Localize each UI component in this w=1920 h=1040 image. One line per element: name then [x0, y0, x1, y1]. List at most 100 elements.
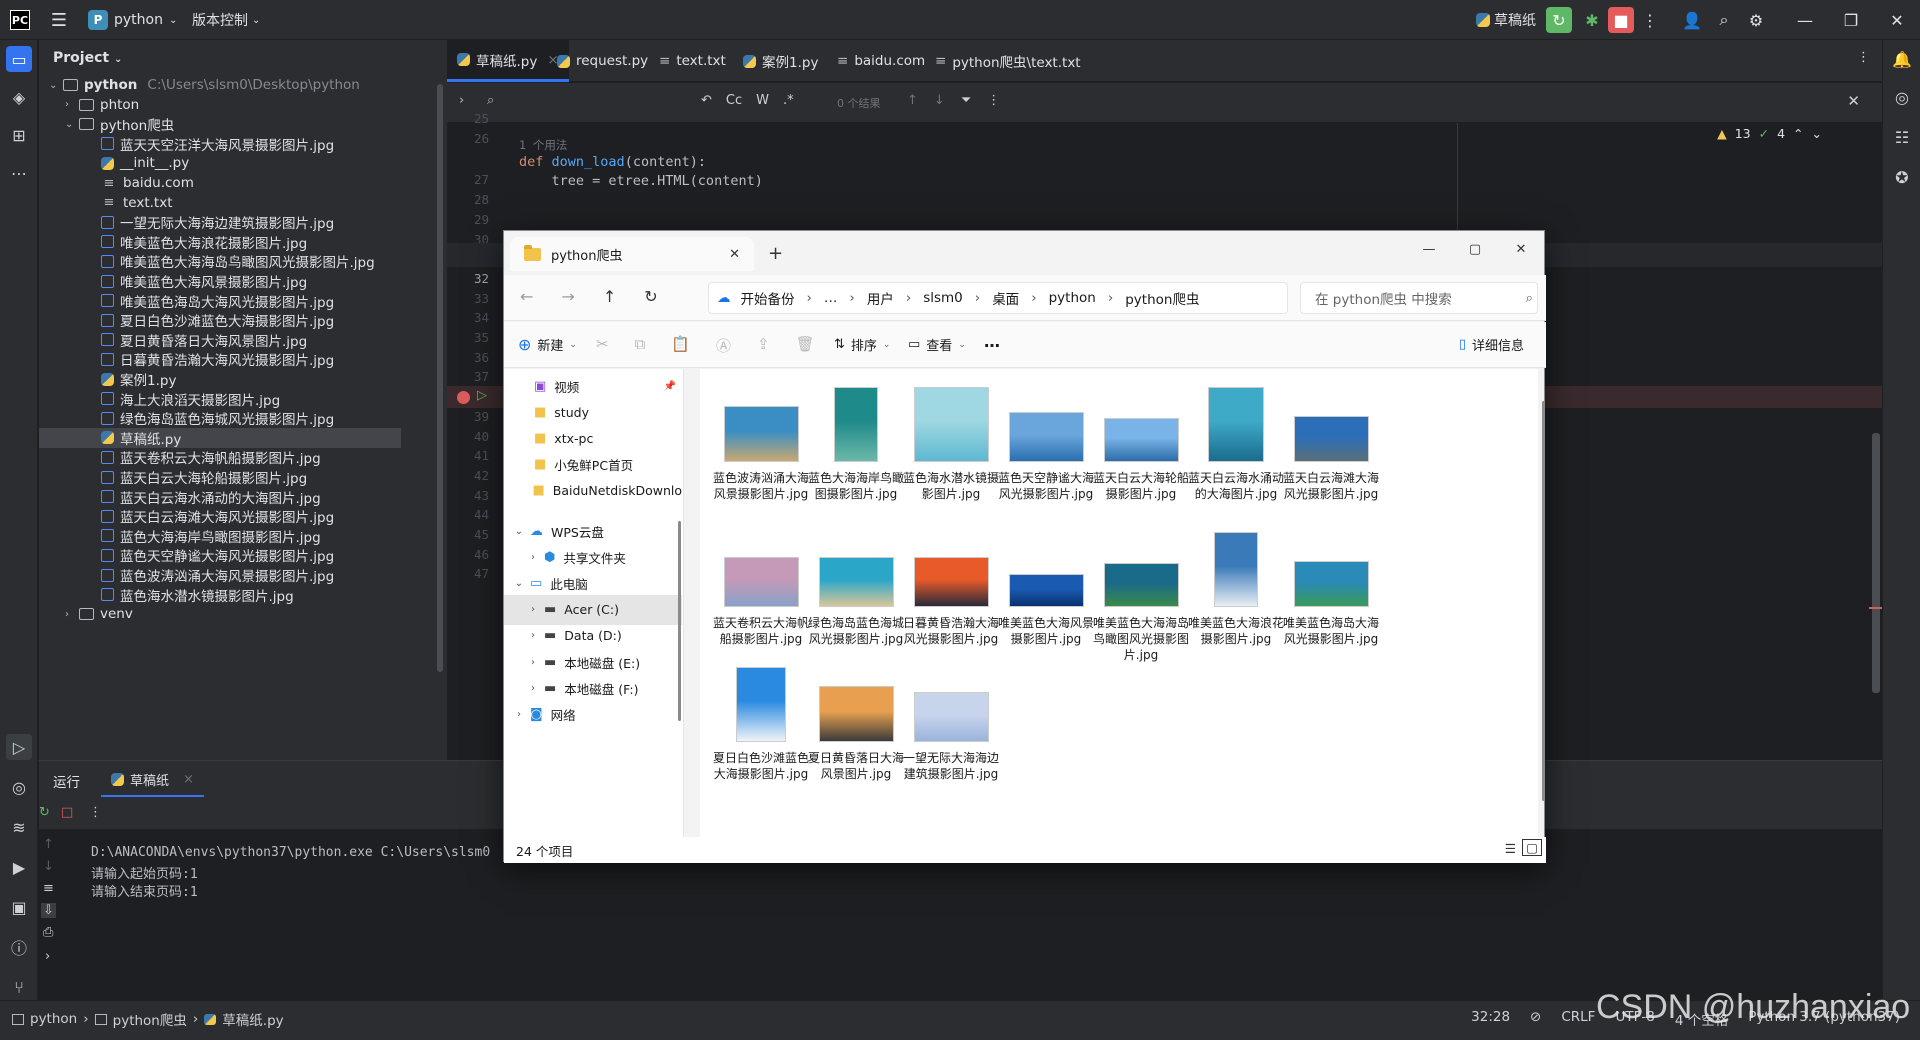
tree-item[interactable]: 日暮黄昏浩瀚大海风光摄影图片.jpg [39, 349, 401, 369]
database-icon[interactable]: ☷ [1889, 124, 1915, 150]
minimize-icon[interactable]: — [1406, 231, 1452, 267]
match-case-toggle[interactable]: Cc [726, 93, 742, 108]
nav-scrollbar[interactable] [678, 521, 681, 721]
file-thumbnail[interactable]: 夏日黄昏落日大海风景图片.jpg [801, 686, 911, 782]
expand-icon[interactable]: › [45, 949, 50, 964]
minimize-icon[interactable]: — [1782, 6, 1828, 34]
scroll-to-end-icon[interactable]: ⇩ [41, 903, 56, 918]
next-occurrence-icon[interactable]: ↓ [934, 93, 945, 108]
chevron-right-icon[interactable]: › [508, 709, 530, 720]
breadcrumb-item[interactable]: 草稿纸.py [222, 1009, 283, 1029]
print-icon[interactable]: ⎙ [43, 925, 53, 940]
tree-item[interactable]: 蓝天白云海滩大海风光摄影图片.jpg [39, 506, 401, 526]
tree-item[interactable]: 蓝天天空汪洋大海风景摄影图片.jpg [39, 134, 401, 154]
run-config-selector[interactable]: 草稿纸 [1476, 10, 1536, 30]
main-menu-icon[interactable]: ☰ [48, 9, 70, 31]
maximize-icon[interactable]: ▢ [1452, 231, 1498, 267]
chevron-right-icon[interactable]: › [522, 604, 544, 615]
file-thumbnail[interactable]: 唯美蓝色海岛大海风光摄影图片.jpg [1276, 561, 1386, 647]
structure-icon[interactable]: ⊞ [6, 122, 32, 148]
chevron-up-icon[interactable]: ⌃ [1793, 126, 1803, 141]
stop-icon[interactable]: □ [61, 805, 73, 820]
git-icon[interactable]: ⑂ [6, 974, 32, 1000]
tab-options-icon[interactable]: ⋮ [1857, 50, 1870, 65]
tree-item[interactable]: 唯美蓝色大海浪花摄影图片.jpg [39, 232, 401, 252]
breadcrumb-item[interactable]: python爬虫 [1115, 288, 1209, 308]
content-scrollbar[interactable] [1542, 401, 1545, 801]
editor-tab[interactable]: ≡ python爬虫\text.txt [925, 40, 1091, 82]
chevron-right-icon[interactable]: › [65, 609, 79, 620]
tree-item[interactable]: 蓝天白云大海轮船摄影图片.jpg [39, 467, 401, 487]
tree-item[interactable]: ⌄ python爬虫 [39, 114, 401, 134]
python-console-icon[interactable]: ◎ [6, 774, 32, 800]
expand-replace-icon[interactable]: › [459, 93, 464, 108]
tree-item[interactable]: ⌄ python C:\Users\slsm0\Desktop\python [39, 75, 401, 95]
add-user-icon[interactable]: 👤 [1676, 6, 1708, 34]
share-icon[interactable]: ⇪ [757, 335, 770, 356]
caret-position[interactable]: 32:28 [1471, 1009, 1510, 1029]
thumbnail-view-icon[interactable]: ▢ [1522, 839, 1542, 856]
tree-item[interactable]: 草稿纸.py [39, 427, 401, 448]
file-thumbnail[interactable]: 唯美蓝色大海海岛鸟瞰图风光摄影图片.jpg [1086, 563, 1196, 663]
file-thumbnail[interactable]: 蓝色天空静谧大海风光摄影图片.jpg [991, 412, 1101, 502]
whole-words-toggle[interactable]: W [756, 93, 769, 108]
address-breadcrumb[interactable]: ☁ 开始备份 ›… › 用户 › slsm0 › 桌面 › python › python爬虫 [708, 282, 1288, 314]
editor-tab[interactable]: ≡ text.txt [649, 40, 736, 82]
close-icon[interactable]: ✕ [1874, 6, 1920, 34]
regex-toggle[interactable]: .* [783, 93, 794, 108]
breadcrumb-item[interactable]: 桌面 [982, 288, 1029, 308]
settings-gear-icon[interactable]: ⚙ [1740, 6, 1772, 34]
editor-tab[interactable]: ≡ baidu.com [827, 40, 935, 82]
more-icon[interactable]: ⋮ [89, 805, 102, 820]
tree-item[interactable]: 唯美蓝色大海海岛鸟瞰图风光摄影图片.jpg [39, 251, 401, 271]
file-thumbnail[interactable]: 唯美蓝色大海浪花摄影图片.jpg [1181, 532, 1291, 647]
vcs-menu[interactable]: 版本控制 ⌄ [192, 8, 260, 32]
editor-tab[interactable]: 案例1.py [733, 40, 828, 82]
problems-icon[interactable]: ⓘ [6, 934, 32, 960]
plugin-icon[interactable]: ✪ [1889, 164, 1915, 190]
error-stripe-mark[interactable] [1869, 607, 1882, 609]
search-icon[interactable]: ⌕ [1708, 6, 1740, 34]
notifications-icon[interactable]: 🔔 [1889, 46, 1915, 72]
forward-icon[interactable]: → [561, 287, 574, 306]
tree-item[interactable]: 一望无际大海海边建筑摄影图片.jpg [39, 212, 401, 232]
tree-item[interactable]: ≡ baidu.com [39, 173, 401, 193]
more-options-icon[interactable]: … [984, 332, 1000, 351]
inspection-widget[interactable]: ▲ 13 ✓ 4 ⌃ ⌄ [1717, 126, 1822, 141]
sort-button[interactable]: ⇅ 排序 ⌄ [834, 335, 890, 354]
tree-item[interactable]: 夏日白色沙滩蓝色大海摄影图片.jpg [39, 310, 401, 330]
stop-button[interactable]: ■ [1608, 7, 1634, 33]
chevron-right-icon[interactable]: › [65, 99, 79, 110]
terminal-icon[interactable]: ▣ [6, 894, 32, 920]
cut-icon[interactable]: ✂ [596, 335, 609, 356]
run-tool-icon[interactable]: ▷ [6, 734, 32, 760]
breakpoint-icon[interactable] [457, 391, 470, 404]
usage-hint[interactable]: 1 个用法 [519, 137, 567, 153]
file-thumbnail[interactable]: 蓝天白云海滩大海风光摄影图片.jpg [1276, 416, 1386, 502]
chevron-down-icon[interactable]: ⌄ [508, 578, 530, 589]
breadcrumb-item[interactable]: python [1039, 290, 1106, 306]
search-more-icon[interactable]: ⋮ [987, 93, 1000, 108]
copy-icon[interactable]: ⧉ [635, 335, 646, 356]
tree-item[interactable]: 绿色海岛蓝色海城风光摄影图片.jpg [39, 408, 401, 428]
file-thumbnail[interactable]: 夏日白色沙滩蓝色大海摄影图片.jpg [706, 667, 816, 782]
tree-item[interactable]: 蓝色天空静谧大海风光摄影图片.jpg [39, 545, 401, 565]
nav-item[interactable]: › ◙ 网络 [504, 699, 682, 729]
tree-item[interactable]: › venv [39, 604, 401, 624]
breadcrumb-item[interactable]: … [814, 290, 848, 306]
breadcrumb-item[interactable]: 开始备份 [731, 288, 805, 308]
new-tab-icon[interactable]: + [768, 243, 783, 264]
chevron-right-icon[interactable]: › [522, 657, 544, 668]
learn-icon[interactable]: ◈ [6, 84, 32, 110]
more-actions-icon[interactable]: ⋮ [1634, 6, 1666, 34]
chevron-right-icon[interactable]: › [522, 552, 544, 563]
tree-item[interactable]: __init__.py [39, 153, 401, 173]
chevron-down-icon[interactable]: ⌄ [65, 119, 79, 130]
tree-item[interactable]: 海上大浪滔天摄影图片.jpg [39, 389, 401, 409]
close-tab-icon[interactable]: ✕ [729, 247, 740, 262]
restore-icon[interactable]: ❐ [1828, 6, 1874, 34]
up-icon[interactable]: ↑ [603, 287, 616, 306]
breadcrumb-item[interactable]: 用户 [857, 288, 904, 308]
file-thumbnail[interactable]: 唯美蓝色大海风景摄影图片.jpg [991, 574, 1101, 647]
tree-item[interactable]: 蓝天白云海水涌动的大海图片.jpg [39, 487, 401, 507]
